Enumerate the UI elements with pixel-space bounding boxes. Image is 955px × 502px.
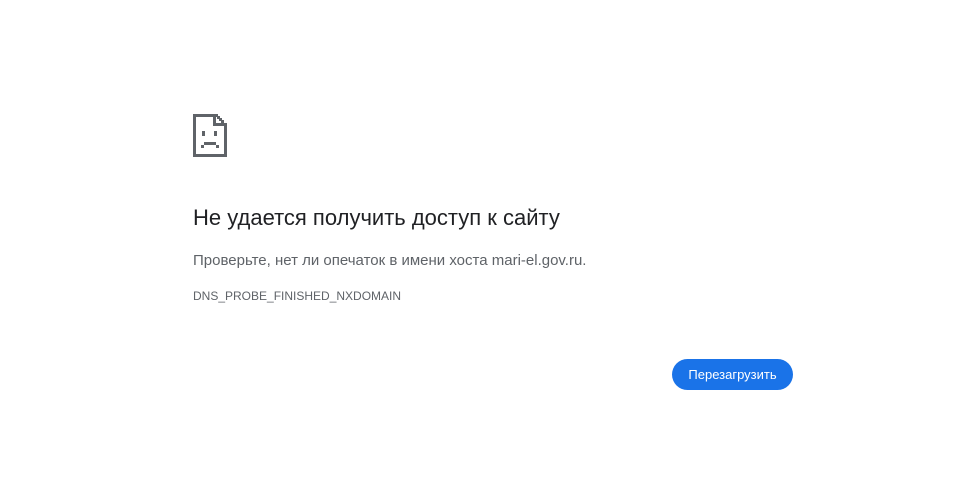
error-page: Не удается получить доступ к сайту Прове… bbox=[0, 0, 955, 502]
sad-document-icon bbox=[193, 114, 227, 157]
error-code: DNS_PROBE_FINISHED_NXDOMAIN bbox=[193, 289, 402, 303]
page-title: Не удается получить доступ к сайту bbox=[193, 205, 560, 230]
reload-button[interactable]: Перезагрузить bbox=[672, 359, 793, 390]
error-message: Проверьте, нет ли опечаток в имени хоста… bbox=[193, 252, 587, 269]
